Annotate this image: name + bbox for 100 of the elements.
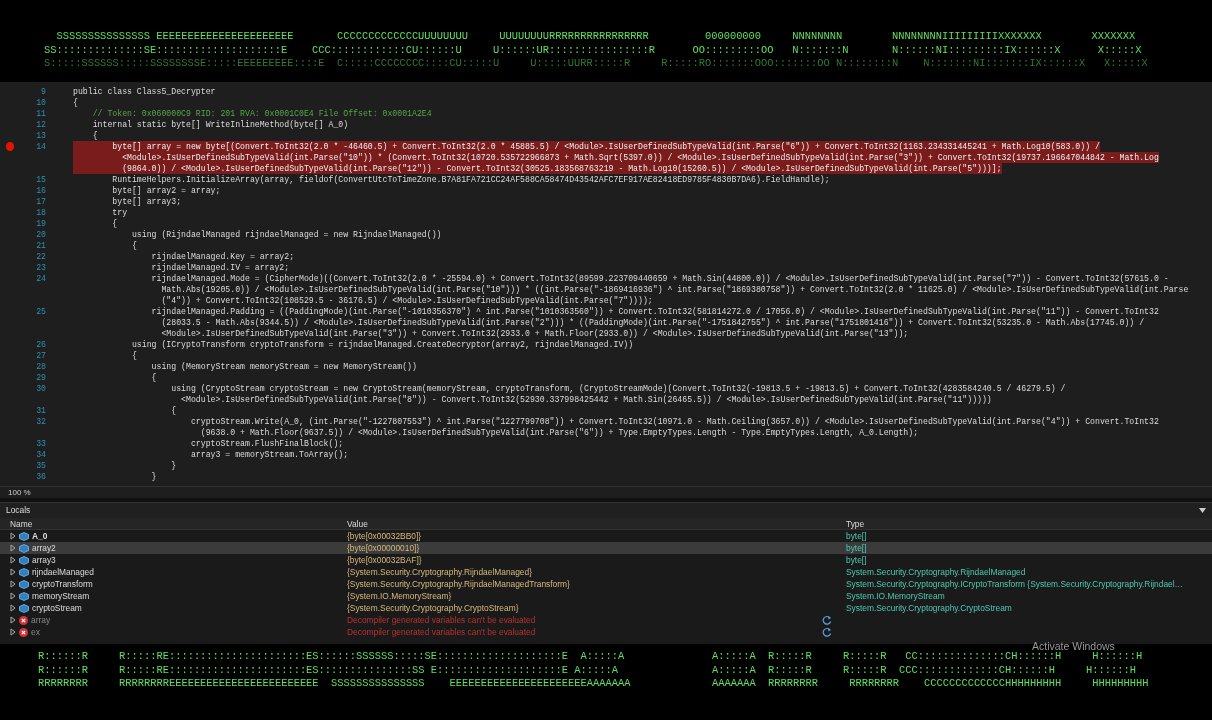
line-number: 21 [35,240,46,251]
variable-name: cryptoTransform [32,578,93,590]
code-line: byte[] array3; [111,196,182,207]
locals-row[interactable]: cryptoStream {System.Security.Cryptography.CryptoStream} System.Security.Cryptography.CryptoStream [0,602,1212,614]
code-line: { [91,130,98,141]
code-line: rijndaelManaged.Key = array2; [150,251,295,262]
code-line: using (MemoryStream memoryStream = new MemoryStream()) [150,361,417,372]
ascii-art-line: S:::::SSSSSS:::::SSSSSSSSE:::::EEEEEEEEE::::E C:::::CCCCCCCC::::CU:::::U U:::::UURR:::::R R:::::RO:::::::OOO:::::::OO N::::::::N N:::::::NI:::::::IX::::::X X:::::X [44,57,1149,71]
code-line: RuntimeHelpers.InitializeArray(array, fieldof(ConvertUtcToTimeZone.B7A81FA721CC24AF588CA58474D43542AFC7EF917AE82418ED9785F4830B7DA6).FieldHandle); [111,174,830,185]
code-line: ("4")) + Convert.ToInt32(108529.5 - 36176.5) / <Module>.IsUserDefinedSubTypeValid(int.Parse("7")))); [160,295,653,306]
variable-value: {System.Security.Cryptography.RijndaelManaged} [347,566,532,578]
code-line: rijndaelManaged.IV = array2; [150,262,290,273]
variable-name: rijndaelManaged [32,566,94,578]
line-number: 15 [35,174,46,185]
locals-row[interactable]: cryptoTransform {System.Security.Cryptography.RijndaelManagedTransform} System.Security.Cryptography.ICryptoTransform {System.Security.Cryptography.Rijndael… [0,578,1212,590]
variable-value: Decompiler generated variables can't be evaluated [347,614,536,626]
breakpoint-icon[interactable] [6,142,15,151]
variable-name: array3 [32,554,56,566]
code-line: { [150,372,157,383]
watermark-text: Activate Windows [1032,639,1115,652]
line-number: 11 [35,108,46,119]
line-number: 29 [35,372,46,383]
variable-value: {byte[0x00000010]} [347,542,420,554]
line-number: 36 [35,471,46,482]
ascii-art-line: R::::::R R:::::RE::::::::::::::::::::::ES::::::SSSSSS:::::SE::::::::::::::::::::E A:::::A [38,650,626,664]
dropdown-caret-icon[interactable] [1199,508,1206,513]
line-number: 9 [40,86,46,97]
code-line: cryptoStream.Write(A_0, (int.Parse("-1227807553") ^ int.Parse("1227799708")) + Convert.ToInt32(10971.0 - Math.Ceiling(3657.0)) / <Module>.IsUserDefinedSubTypeValid(int.Parse("4")) + Convert.ToInt32 [189,416,1159,427]
code-line: rijndaelManaged.Padding = ((PaddingMode)(int.Parse("-1010356370") ^ int.Parse("1010363560")) + Convert.ToInt32(581814272.0 / 17056.0) / <Module>.IsUserDefinedSubTypeValid(int.Parse("11")) - Convert.ToInt32 [150,306,1159,317]
variable-value: {byte[0x00032BAF]} [347,554,422,566]
line-number: 17 [35,196,46,207]
code-line: using (RijndaelManaged rijndaelManaged = new RijndaelManaged()) [130,229,442,240]
locals-row[interactable]: array3 {byte[0x00032BAF]} byte[] [0,554,1212,566]
code-line: Math.Abs(19205.0)) / <Module>.IsUserDefinedSubTypeValid(int.Parse("10"))) * ((int.Parse("-1869416936") ^ int.Parse("1869380758")) + Convert.ToInt32(2.0 * 11625.0) / <Module>.IsUserDefinedSubTypeValid(int.Parse [160,284,1189,295]
locals-row[interactable]: ex Decompiler generated variables can't be evaluated [0,626,1212,638]
ascii-art-line: RRRRRRRR RRRRRRRREEEEEEEEEEEEEEEEEEEEEEEE SSSSSSSSSSSSSSS EEEEEEEEEEEEEEEEEEEEEEAAAAAAA [38,677,632,691]
code-line: { [73,97,78,108]
line-number: 27 [35,350,46,361]
variable-type: System.Security.Cryptography.ICryptoTransform {System.Security.Cryptography.Rijndael… [846,579,1183,589]
code-line: <Module>.IsUserDefinedSubTypeValid(int.Parse("3")) + Convert.ToInt32(2933.0 + Math.Floor(2933.0)) / <Module>.IsUserDefinedSubTypeValid(int.Parse("13")); [160,328,909,339]
line-number: 16 [35,185,46,196]
column-header[interactable]: Name [0,518,337,530]
line-number: 10 [35,97,46,108]
variable-name: array [31,614,51,626]
ascii-art-line: AAAAAAA RRRRRRRR RRRRRRRR CCCCCCCCCCCCCHHHHHHHHH HHHHHHHHH [712,677,1150,691]
error-icon [19,615,28,625]
code-line: public class Class5_Decrypter [73,86,216,97]
variable-type: byte[] [846,543,867,553]
variable-name: A_0 [32,530,48,542]
column-header[interactable]: Value [337,518,836,530]
panel-title: Locals [6,504,31,517]
code-line: byte[] array2 = array; [111,185,221,196]
locals-row[interactable]: array2 {byte[0x00000010]} byte[] [0,542,1212,554]
ascii-art-line: R::::::R R:::::RE::::::::::::::::::::::ES:::::::::::::::SS E::::::::::::::::::::E A:::::A [38,663,619,677]
line-number: 18 [35,207,46,218]
code-line: { [170,405,177,416]
code-line: { [130,350,137,361]
line-number: 34 [35,449,46,460]
code-line: { [111,218,118,229]
locals-row[interactable]: rijndaelManaged {System.Security.Cryptography.RijndaelManaged} System.Security.Cryptography.RijndaelManaged [0,566,1212,578]
line-number: 35 [35,460,46,471]
variable-name: memoryStream [32,590,90,602]
line-number: 20 [35,229,46,240]
line-number: 19 [35,218,46,229]
zoom-level[interactable]: 100 % [8,488,31,497]
code-line: using (CryptoStream cryptoStream = new CryptoStream(memoryStream, cryptoTransform, (CryptoStreamMode)(Convert.ToInt32(-19813.5 + -19813.5) + Convert.ToInt32(4283584240.5 / 46279.5) / [170,383,1066,394]
code-line: array3 = memoryStream.ToArray(); [189,449,349,460]
locals-row[interactable]: A_0 {byte[0x00032BB0]} byte[] [0,530,1212,542]
variable-name: array2 [32,542,56,554]
locals-row[interactable]: memoryStream {System.IO.MemoryStream} System.IO.MemoryStream [0,590,1212,602]
variable-type: byte[] [846,555,867,565]
column-header[interactable]: Type [836,518,1202,530]
line-number: 28 [35,361,46,372]
error-icon [19,627,28,637]
line-number: 33 [35,438,46,449]
variable-value: {System.Security.Cryptography.CryptoStream} [347,602,519,614]
line-number: 30 [35,383,46,394]
line-number: 32 [35,416,46,427]
line-number: 23 [35,262,46,273]
variable-type: System.IO.MemoryStream [846,591,945,601]
code-line: } [150,471,157,482]
code-line: <Module>.IsUserDefinedSubTypeValid(int.Parse("8")) - Convert.ToInt32(52930.337998425442 + Math.Sin(26465.5)) / <Module>.IsUserDefinedSubTypeValid(int.Parse("11"))))) [180,394,992,405]
code-line: try [111,207,128,218]
code-line: } [170,460,177,471]
variable-type: byte[] [846,531,867,541]
variable-value: {System.Security.Cryptography.RijndaelManagedTransform} [347,578,570,590]
code-line: internal static byte[] WriteInlineMethod(byte[] A_0) [91,119,349,130]
code-line: using (ICryptoTransform cryptoTransform = rijndaelManaged.CreateDecryptor(array2, rijndaelManaged.IV)) [130,339,634,350]
code-line: { [130,240,137,251]
ascii-art-line: SSSSSSSSSSSSSSS EEEEEEEEEEEEEEEEEEEEEE CCCCCCCCCCCCCUUUUUUUU UUUUUUUURRRRRRRRRRRRRRRR 000000000 NNNNNNNN NNNNNNNNIIIIIIIIIXXXXXXX XXXXXXX [55,30,1137,44]
code-line: rijndaelManaged.Mode = (CipherMode)((Convert.ToInt32(2.0 * -25594.0) + Convert.ToInt32(89599.223709440659 + Math.Sin(44800.0)) / <Module>.IsUserDefinedSubTypeValid(int.Parse("7")) - Convert.ToInt32(57615.0 - [150,273,1169,284]
variable-name: cryptoStream [32,602,82,614]
variable-value: Decompiler generated variables can't be evaluated [347,626,536,638]
ascii-art-line: A:::::A R:::::R R:::::R CCC:::::::::::::CH::::::H H::::::H [712,663,1137,677]
variable-type: System.Security.Cryptography.RijndaelManaged [846,567,1026,577]
ascii-art-line: SS::::::::::::::SE::::::::::::::::::::E CCC::::::::::::CU::::::U U::::::UR::::::::::::::::R OO:::::::::OO N:::::::N N::::::NI:::::::::IX::::::X X:::::X [44,43,1143,57]
locals-row[interactable]: array Decompiler generated variables can't be evaluated [0,614,1212,626]
line-number: 31 [35,405,46,416]
code-line: // Token: 0x060000C9 RID: 201 RVA: 0x0001C0E4 File Offset: 0x0001A2E4 [91,108,432,119]
line-number: 14 [35,141,46,152]
